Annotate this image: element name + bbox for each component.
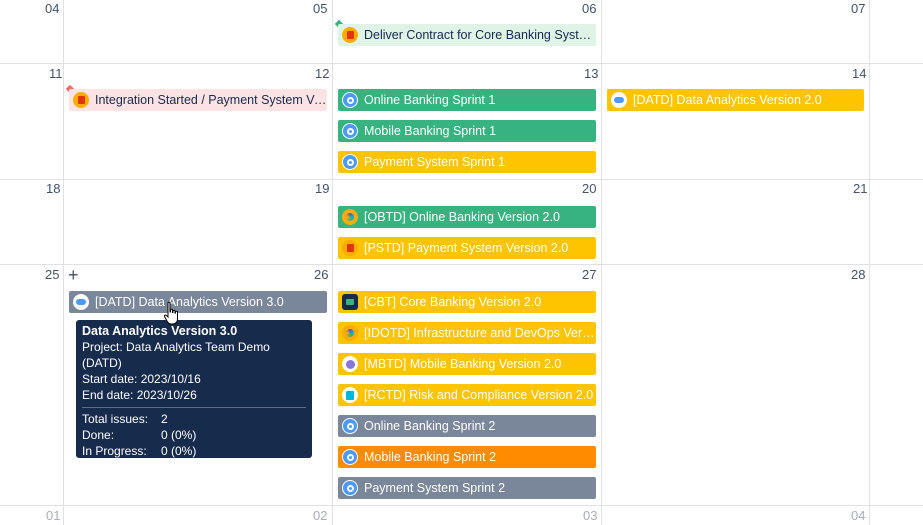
- day-number: 07: [851, 1, 866, 16]
- day-number: 25: [45, 267, 60, 282]
- day-number: 28: [851, 267, 866, 282]
- sprint-icon: [342, 480, 358, 496]
- event-online-banking-sprint-2[interactable]: Online Banking Sprint 2: [338, 415, 596, 437]
- event-tooltip: Data Analytics Version 3.0 Project: Data…: [76, 320, 312, 474]
- event-label: Online Banking Sprint 2: [364, 419, 496, 433]
- event-mobile-banking-sprint-1[interactable]: Mobile Banking Sprint 1: [338, 120, 596, 142]
- grid-divider: [0, 63, 923, 64]
- grid-divider: [601, 0, 602, 525]
- day-number: 06: [582, 1, 597, 16]
- event-datd-version-3[interactable]: [DATD] Data Analytics Version 3.0: [69, 291, 327, 313]
- event-mbtd-version-2[interactable]: [MBTD] Mobile Banking Version 2.0: [338, 353, 596, 375]
- grid-divider: [332, 0, 333, 525]
- day-number: 20: [582, 181, 597, 196]
- tooltip-end-date: End date: 2023/10/26: [82, 388, 197, 402]
- day-number: 26: [314, 267, 329, 282]
- tooltip-label: To Do:: [82, 460, 117, 474]
- event-cbt-version-2[interactable]: [CBT] Core Banking Version 2.0: [338, 291, 596, 313]
- event-mobile-banking-sprint-2[interactable]: Mobile Banking Sprint 2: [338, 446, 596, 468]
- day-number: 04: [45, 1, 60, 16]
- event-label: [DATD] Data Analytics Version 3.0: [95, 295, 284, 309]
- event-label: [IDOTD] Infrastructure and DevOps Versi.…: [364, 326, 596, 340]
- flag-icon: [73, 92, 89, 108]
- tooltip-value: 0 (0%): [161, 428, 197, 442]
- tooltip-label: In Progress:: [82, 444, 147, 458]
- event-payment-system-sprint-1[interactable]: Payment System Sprint 1: [338, 151, 596, 173]
- terminal-icon: [342, 294, 358, 310]
- grid-divider: [0, 179, 923, 180]
- event-label: [OBTD] Online Banking Version 2.0: [364, 210, 560, 224]
- note-icon: [342, 387, 358, 403]
- day-number: 05: [313, 1, 328, 16]
- sprint-icon: [342, 418, 358, 434]
- day-number: 14: [852, 66, 867, 81]
- day-number: 18: [46, 181, 61, 196]
- grid-divider: [0, 264, 923, 265]
- event-label: [DATD] Data Analytics Version 2.0: [633, 93, 822, 107]
- event-deliver-contract[interactable]: Deliver Contract for Core Banking Syste.…: [338, 24, 596, 46]
- grid-divider: [0, 505, 923, 506]
- event-integration-started[interactable]: Integration Started / Payment System Ve.…: [69, 89, 327, 111]
- flag-icon: [342, 240, 358, 256]
- day-number: 21: [853, 181, 868, 196]
- tooltip-start-date: Start date: 2023/10/16: [82, 372, 201, 386]
- day-number: 13: [584, 66, 599, 81]
- day-number: 12: [315, 66, 330, 81]
- event-label: Mobile Banking Sprint 1: [364, 124, 497, 138]
- tooltip-progress-row: In Progress: 0 (0%): [82, 443, 306, 459]
- sprint-icon: [342, 449, 358, 465]
- purple-circle-icon: [342, 356, 358, 372]
- cloud-icon: [611, 92, 627, 108]
- sprint-icon: [342, 123, 358, 139]
- day-number: 03: [583, 508, 598, 523]
- event-label: Mobile Banking Sprint 2: [364, 450, 497, 464]
- tooltip-project: Project: Data Analytics Team Demo (DATD): [82, 340, 270, 370]
- tooltip-total-row: Total issues: 2: [82, 411, 306, 427]
- tooltip-value: 2 (100%): [161, 460, 210, 474]
- grid-divider: [63, 0, 64, 525]
- flag-icon: [342, 27, 358, 43]
- grid-divider: [869, 0, 870, 525]
- tooltip-value: 2: [161, 412, 168, 426]
- prism-icon: [342, 325, 358, 341]
- tooltip-divider: [82, 407, 306, 408]
- day-number: 02: [313, 508, 328, 523]
- event-datd-version-2[interactable]: [DATD] Data Analytics Version 2.0: [607, 89, 864, 111]
- tooltip-todo-row: To Do: 2 (100%): [82, 459, 306, 475]
- day-number: 11: [49, 66, 63, 81]
- event-label: Integration Started / Payment System Ve.…: [95, 93, 327, 107]
- event-obtd-version-2[interactable]: [OBTD] Online Banking Version 2.0: [338, 206, 596, 228]
- day-number: 27: [582, 267, 597, 282]
- event-label: [MBTD] Mobile Banking Version 2.0: [364, 357, 562, 371]
- event-label: Payment System Sprint 1: [364, 155, 506, 169]
- plus-icon[interactable]: +: [68, 266, 79, 284]
- sprint-icon: [342, 154, 358, 170]
- event-rctd-version-2[interactable]: [RCTD] Risk and Compliance Version 2.0: [338, 384, 596, 406]
- event-label: Online Banking Sprint 1: [364, 93, 496, 107]
- event-payment-system-sprint-2[interactable]: Payment System Sprint 2: [338, 477, 596, 499]
- tooltip-title: Data Analytics Version 3.0: [82, 324, 238, 338]
- prism-icon: [342, 209, 358, 225]
- tooltip-done-row: Done: 0 (0%): [82, 427, 306, 443]
- event-online-banking-sprint-1[interactable]: Online Banking Sprint 1: [338, 89, 596, 111]
- event-pstd-version-2[interactable]: [PSTD] Payment System Version 2.0: [338, 237, 596, 259]
- tooltip-label: Total issues:: [82, 412, 149, 426]
- event-label: Deliver Contract for Core Banking Syste.…: [364, 28, 596, 42]
- event-label: Payment System Sprint 2: [364, 481, 506, 495]
- day-number: 04: [851, 508, 866, 523]
- event-label: [RCTD] Risk and Compliance Version 2.0: [364, 388, 594, 402]
- event-label: [PSTD] Payment System Version 2.0: [364, 241, 569, 255]
- sprint-icon: [342, 92, 358, 108]
- hand-cursor-icon: [163, 301, 178, 325]
- tooltip-value: 0 (0%): [161, 444, 197, 458]
- cloud-icon: [73, 294, 89, 310]
- event-idotd-version-2[interactable]: [IDOTD] Infrastructure and DevOps Versi.…: [338, 322, 596, 344]
- tooltip-label: Done:: [82, 428, 115, 442]
- day-number: 19: [315, 181, 330, 196]
- day-number: 01: [46, 508, 61, 523]
- event-label: [CBT] Core Banking Version 2.0: [364, 295, 542, 309]
